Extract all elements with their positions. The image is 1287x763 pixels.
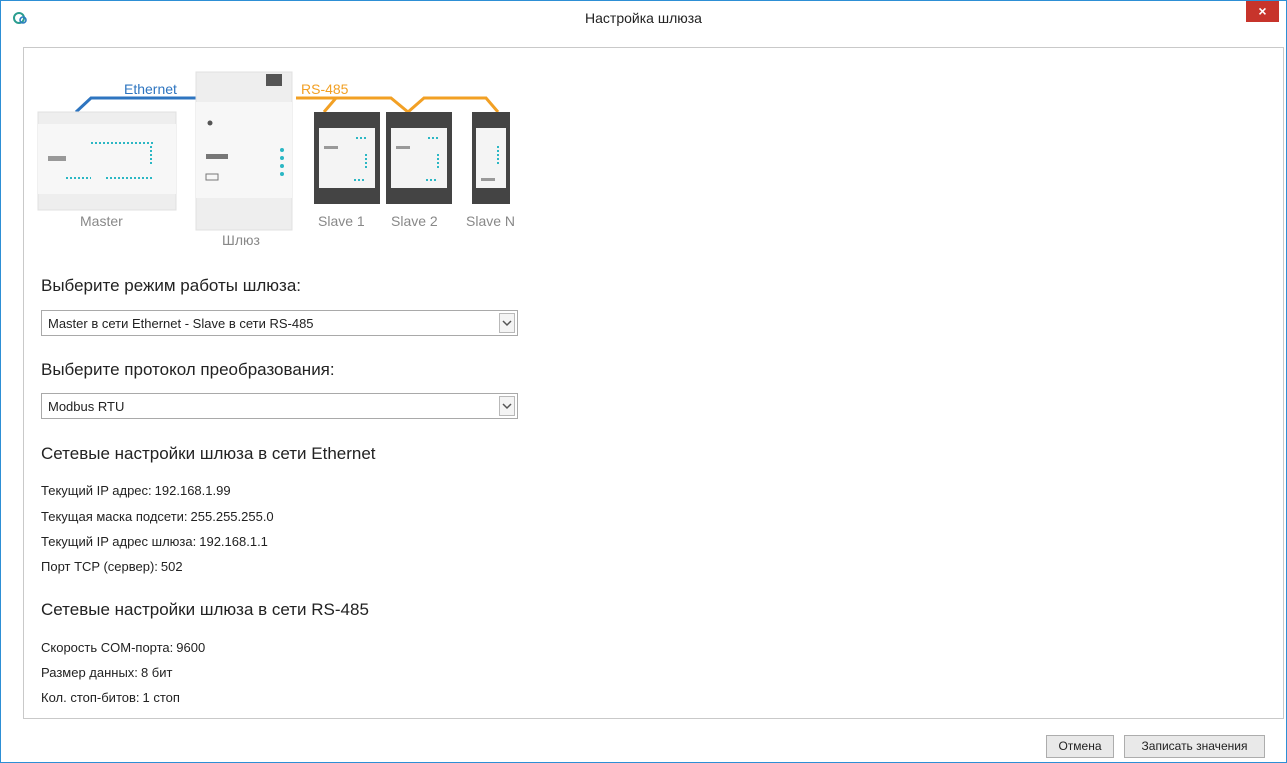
info-key: Порт TCP (сервер):	[41, 559, 158, 574]
network-diagram: Ethernet RS-485 Master Шлюз Slave 1 Slav…	[37, 71, 515, 248]
gateway-settings-window: Настройка шлюза × Ethernet RS-485 Master	[0, 0, 1287, 763]
protocol-select[interactable]: Modbus RTU	[41, 393, 518, 419]
info-value: 192.168.1.1	[199, 534, 268, 549]
slave2-device	[386, 112, 452, 204]
rs485-line-branch	[322, 97, 338, 113]
mode-heading: Выберите режим работы шлюза:	[41, 276, 302, 295]
slave2-label: Slave 2	[391, 213, 438, 229]
gateway-ip-row: Текущий IP адрес шлюза: 192.168.1.1	[41, 534, 268, 549]
title-bar[interactable]: Настройка шлюза ×	[1, 1, 1286, 37]
stop-bits-row: Кол. стоп-битов: 1 стоп	[41, 690, 180, 705]
master-label: Master	[80, 213, 123, 229]
slaveN-device	[472, 112, 510, 204]
rs485-settings-heading: Сетевые настройки шлюза в сети RS-485	[41, 600, 369, 619]
ethernet-label: Ethernet	[124, 81, 177, 97]
info-key: Размер данных:	[41, 665, 138, 680]
subnet-mask-row: Текущая маска подсети: 255.255.255.0	[41, 509, 274, 524]
ethernet-line	[74, 96, 196, 114]
info-value: 9600	[176, 640, 206, 655]
info-key: Кол. стоп-битов:	[41, 690, 140, 705]
ip-address-row: Текущий IP адрес: 192.168.1.99	[41, 483, 231, 498]
settings-panel: Ethernet RS-485 Master Шлюз Slave 1 Slav…	[23, 47, 1284, 719]
window-title: Настройка шлюза	[585, 10, 702, 26]
gateway-device	[195, 71, 293, 231]
mode-select-value: Master в сети Ethernet - Slave в сети RS…	[48, 316, 314, 331]
tcp-port-row: Порт TCP (сервер): 502	[41, 559, 183, 574]
ethernet-settings-heading: Сетевые настройки шлюза в сети Ethernet	[41, 444, 376, 463]
master-device	[37, 111, 177, 211]
com-speed-row: Скорость COM-порта: 9600	[41, 640, 205, 655]
info-value: 1 стоп	[142, 690, 180, 705]
mode-select[interactable]: Master в сети Ethernet - Slave в сети RS…	[41, 310, 518, 336]
gateway-label: Шлюз	[222, 232, 260, 248]
close-button[interactable]: ×	[1246, 1, 1279, 22]
slave1-label: Slave 1	[318, 213, 365, 229]
info-value: 502	[160, 559, 183, 574]
chevron-down-icon[interactable]	[499, 396, 515, 416]
protocol-heading: Выберите протокол преобразования:	[41, 360, 335, 379]
protocol-select-value: Modbus RTU	[48, 399, 125, 414]
chevron-down-icon[interactable]	[499, 313, 515, 333]
info-key: Текущий IP адрес шлюза:	[41, 534, 197, 549]
slave1-device	[314, 112, 380, 204]
info-key: Текущий IP адрес:	[41, 483, 152, 498]
info-value: 192.168.1.99	[154, 483, 231, 498]
info-key: Текущая маска подсети:	[41, 509, 188, 524]
info-value: 8 бит	[140, 665, 173, 680]
info-value: 255.255.255.0	[190, 509, 274, 524]
write-values-button[interactable]: Записать значения	[1124, 735, 1265, 758]
slaveN-label: Slave N	[466, 213, 515, 229]
data-size-row: Размер данных: 8 бит	[41, 665, 172, 680]
rs485-label: RS-485	[301, 81, 349, 97]
cancel-button[interactable]: Отмена	[1046, 735, 1114, 758]
info-key: Скорость COM-порта:	[41, 640, 174, 655]
